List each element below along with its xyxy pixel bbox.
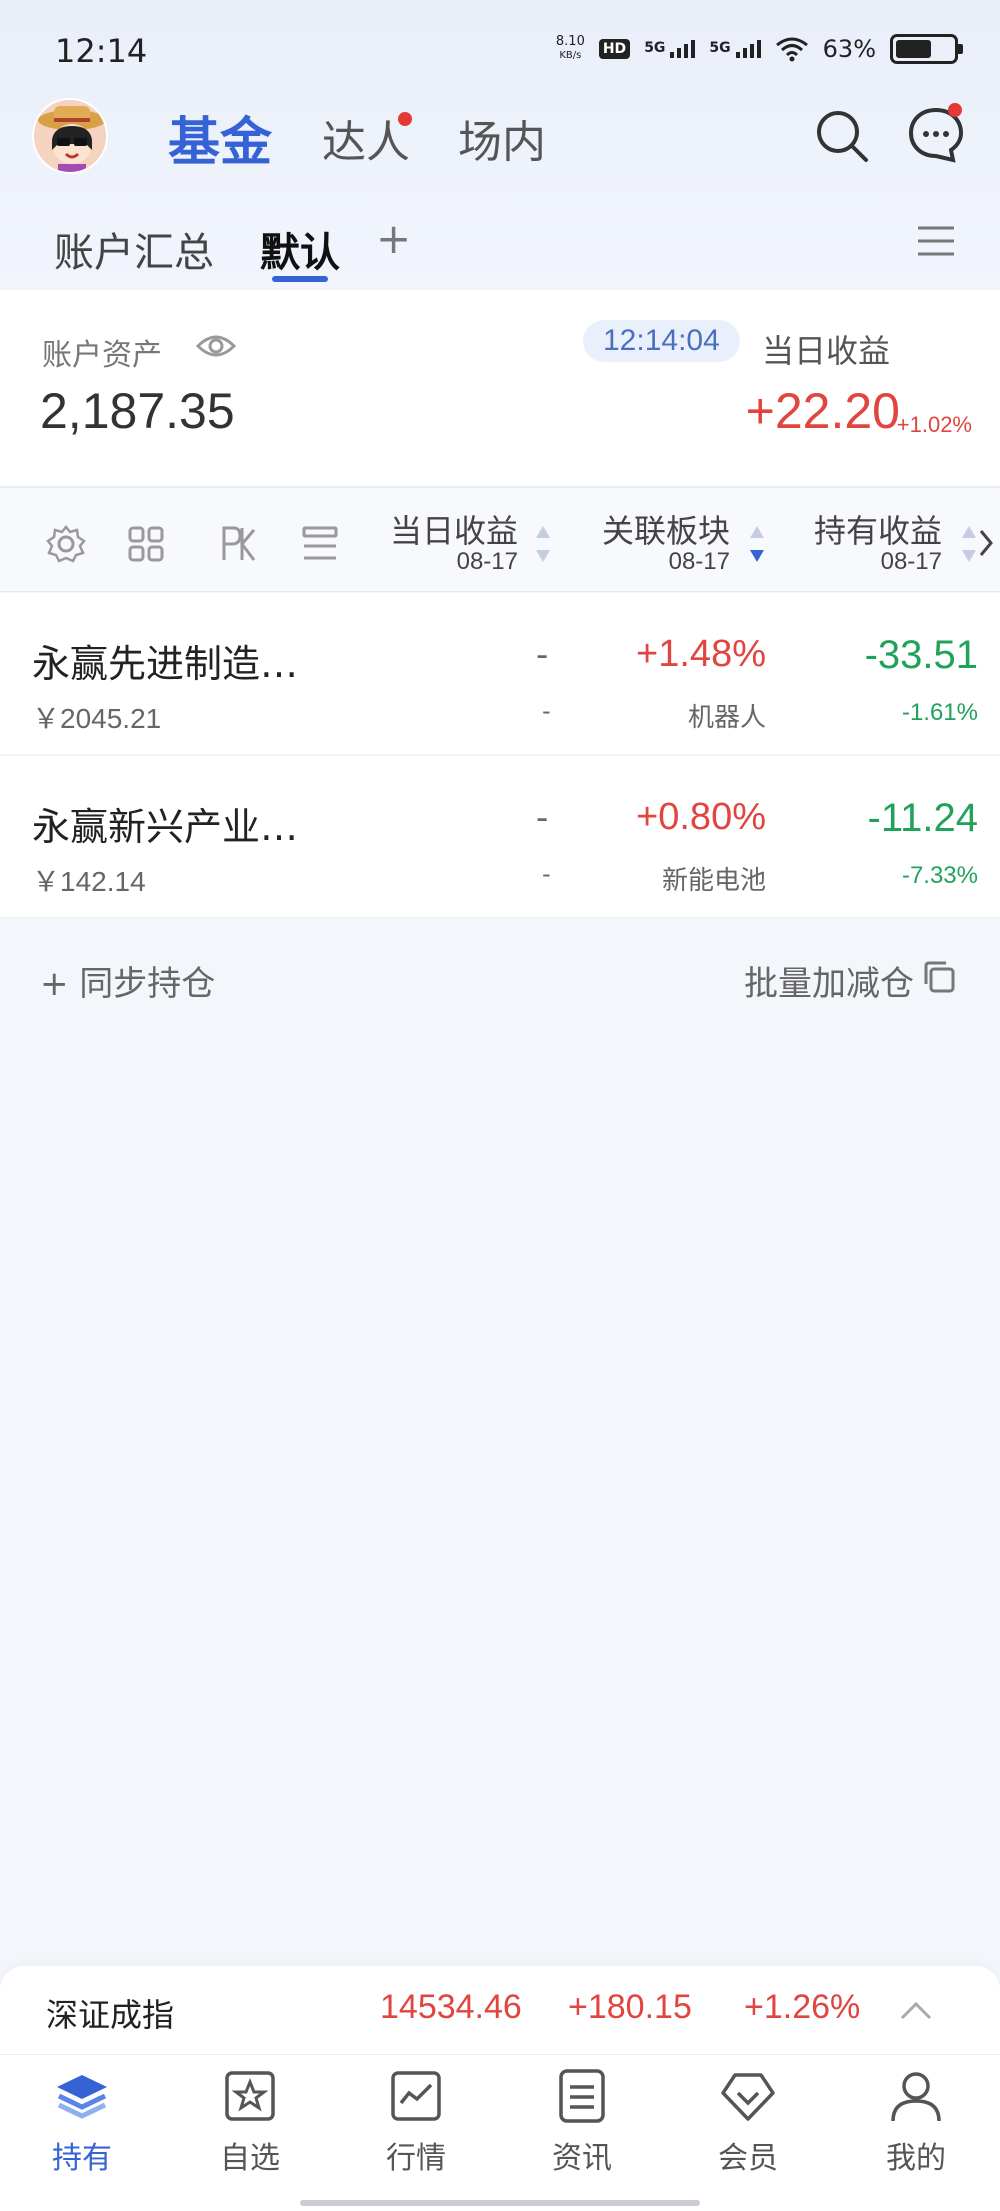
signal-icon: 5G (644, 40, 696, 58)
search-icon[interactable] (814, 108, 870, 164)
sector-change: +0.80% (636, 796, 766, 838)
notification-dot (948, 103, 962, 117)
nav-holdings[interactable]: 持有 (22, 2067, 142, 2177)
day-income-value: - (536, 635, 549, 675)
grid-icon[interactable] (126, 524, 166, 564)
nav-watchlist[interactable]: 自选 (190, 2067, 310, 2177)
news-icon (559, 2069, 605, 2123)
column-related-sector-date: 08-17 (668, 548, 730, 575)
star-icon (225, 2071, 275, 2121)
add-group-button[interactable]: + (376, 214, 411, 263)
holdings-actions: + 同步持仓 批量加减仓 (0, 920, 1000, 1030)
settings-icon[interactable] (46, 524, 86, 564)
index-name: 深证成指 (46, 1996, 175, 2034)
day-income-value: +22.20 (745, 383, 900, 439)
sort-icon[interactable] (960, 524, 978, 564)
column-day-income[interactable]: 当日收益 (390, 506, 518, 552)
eye-icon[interactable] (196, 332, 236, 360)
holding-income-percent: -7.33% (901, 862, 978, 889)
status-indicators: 8.10 KB/s HD 5G 5G 63% (555, 34, 963, 64)
fund-name: 永赢先进制造… (32, 642, 299, 686)
index-value: 14534.46 (380, 1988, 522, 2026)
sort-desc-icon[interactable] (748, 524, 766, 564)
sector-change: +1.48% (636, 633, 766, 675)
holding-row[interactable]: 永赢新兴产业… ￥142.14 - - +0.80% 新能电池 -11.24 -… (0, 756, 1000, 918)
index-change-percent: +1.26% (744, 1988, 861, 2026)
list-icon[interactable] (300, 524, 340, 564)
battery-percent: 63% (822, 35, 876, 63)
day-income-percent: +1.02% (896, 412, 972, 437)
hd-badge: HD (598, 39, 631, 59)
diamond-icon (721, 2073, 775, 2121)
holding-income-percent: -1.61% (901, 699, 978, 726)
account-summary-card: 账户资产 2,187.35 12:14:04 当日收益 +22.20 +1.02… (0, 290, 1000, 485)
chevron-up-icon[interactable] (896, 1992, 936, 2028)
avatar[interactable] (32, 98, 108, 174)
wifi-icon (775, 37, 808, 62)
day-income-label: 当日收益 (762, 332, 891, 370)
nav-market[interactable]: 行情 (356, 2067, 476, 2177)
network-speed: 8.10 KB/s (555, 34, 585, 62)
asset-value: 2,187.35 (40, 383, 235, 439)
tab-default[interactable]: 默认 (260, 220, 340, 278)
fund-amount: ￥2045.21 (32, 703, 162, 734)
copy-icon[interactable] (922, 960, 956, 994)
fund-amount: ￥142.14 (32, 866, 146, 897)
batch-adjust-button[interactable]: 批量加减仓 (744, 956, 914, 1005)
nav-profile[interactable]: 我的 (856, 2067, 976, 2177)
sort-icon[interactable] (534, 524, 552, 564)
nav-membership[interactable]: 会员 (688, 2067, 808, 2177)
index-ticker[interactable]: 深证成指 14534.46 +180.15 +1.26% (0, 1966, 1000, 2054)
nav-news[interactable]: 资讯 (522, 2067, 642, 2177)
tab-experts[interactable]: 达人 (322, 106, 410, 170)
update-time: 12:14:04 (583, 320, 740, 362)
tab-account-summary[interactable]: 账户汇总 (54, 220, 214, 278)
notification-dot (398, 112, 412, 126)
chevron-right-icon[interactable] (978, 528, 994, 558)
user-icon (891, 2072, 941, 2122)
sector-name: 新能电池 (661, 866, 766, 896)
index-change: +180.15 (568, 1988, 692, 2026)
status-time: 12:14 (55, 32, 148, 70)
active-tab-indicator (272, 276, 328, 282)
column-holding-income[interactable]: 持有收益 (814, 506, 942, 552)
asset-label: 账户资产 (42, 338, 162, 373)
column-header: 当日收益 08-17 关联板块 08-17 持有收益 08-17 (0, 487, 1000, 592)
signal-icon: 5G (709, 40, 761, 58)
holding-row[interactable]: 永赢先进制造… ￥2045.21 - - +1.48% 机器人 -33.51 -… (0, 593, 1000, 755)
battery-icon (890, 34, 963, 64)
menu-icon[interactable] (916, 224, 956, 258)
day-income-value: - (536, 798, 549, 838)
tab-exchange[interactable]: 场内 (458, 106, 546, 170)
column-holding-income-date: 08-17 (880, 548, 942, 575)
day-income-percent: - (542, 697, 551, 725)
stack-icon (57, 2075, 107, 2119)
holding-income-value: -33.51 (864, 633, 978, 677)
column-day-income-date: 08-17 (456, 548, 518, 575)
holding-income-value: -11.24 (867, 796, 978, 840)
column-related-sector[interactable]: 关联板块 (602, 506, 730, 552)
home-indicator[interactable] (300, 2200, 700, 2206)
tab-fund[interactable]: 基金 (168, 100, 272, 175)
chart-icon (391, 2071, 441, 2121)
kline-icon[interactable] (218, 524, 258, 564)
sector-name: 机器人 (687, 703, 766, 733)
bottom-nav: 持有 自选 行情 资讯 会员 我的 (0, 2054, 1000, 2211)
day-income-percent: - (542, 860, 551, 888)
fund-name: 永赢新兴产业… (32, 805, 299, 849)
sync-holdings-button[interactable]: + 同步持仓 (40, 956, 215, 1005)
status-bar: 12:14 8.10 KB/s HD 5G 5G 63% (0, 0, 1000, 100)
